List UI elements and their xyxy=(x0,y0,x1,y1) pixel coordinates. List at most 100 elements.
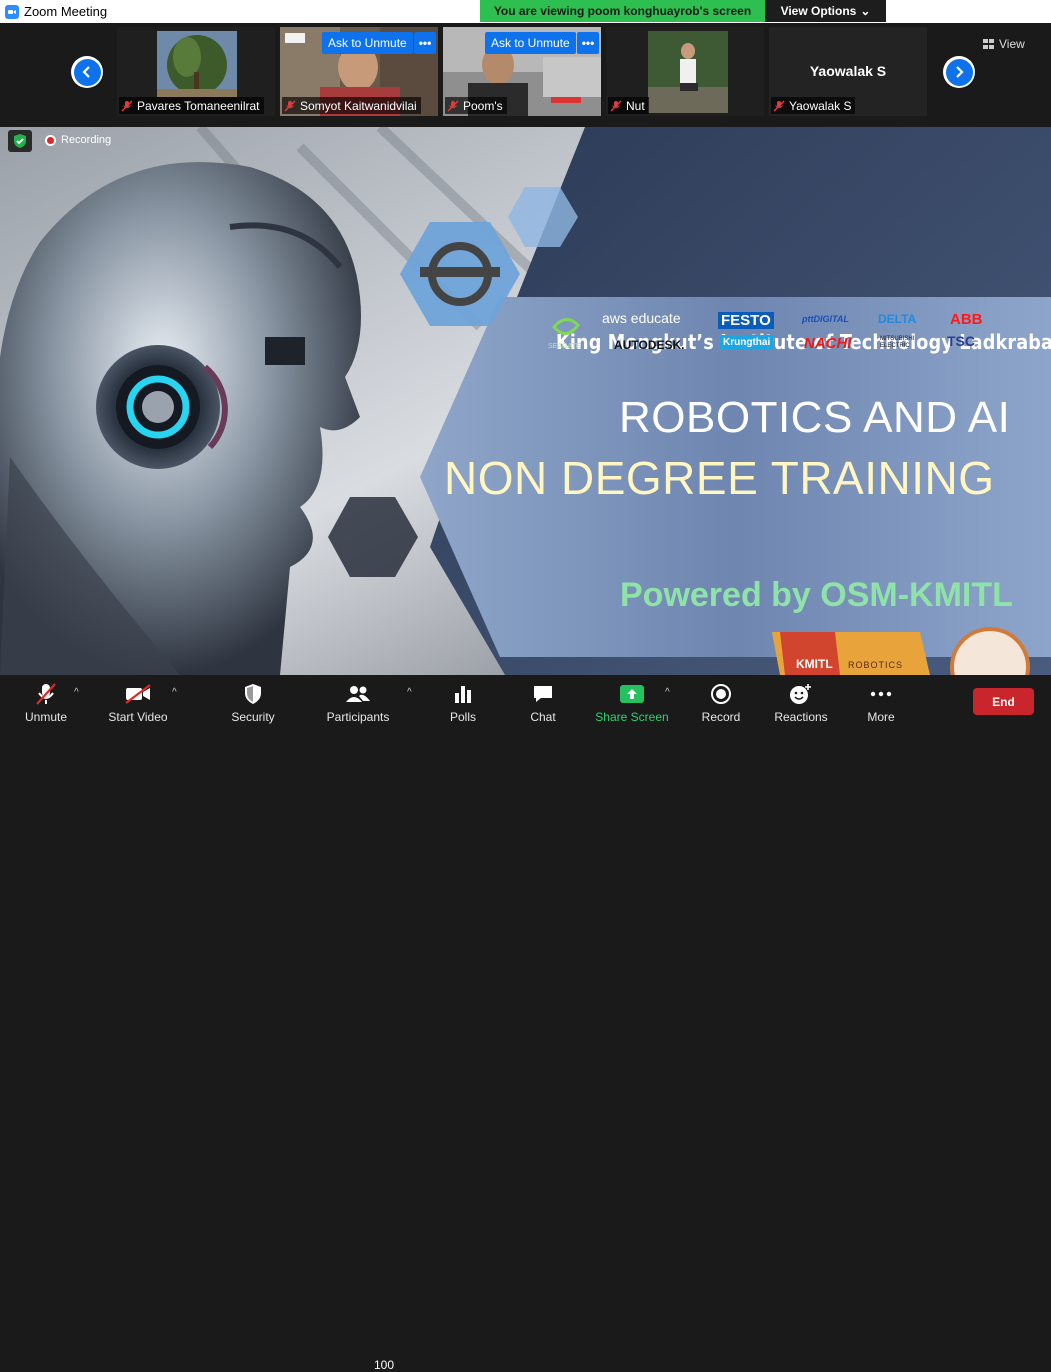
participant-name-bar: Pavares Tomaneenilrat xyxy=(119,97,264,114)
more-button[interactable]: More xyxy=(862,675,900,730)
record-label: Record xyxy=(701,709,741,724)
muted-mic-icon xyxy=(773,100,785,111)
shared-screen: King Mongkut’s Institute of Technology L… xyxy=(0,127,1051,675)
participant-name: Pavares Tomaneenilrat xyxy=(137,98,260,113)
participant-name-bar: Yaowalak S xyxy=(771,97,856,114)
security-button[interactable]: Security xyxy=(227,675,279,730)
autodesk-logo: AUTODESK. xyxy=(614,338,685,352)
participant-name: Somyot Kaitwanidvilai xyxy=(300,98,417,113)
tile-more-button[interactable]: ••• xyxy=(577,32,599,54)
more-dots-icon xyxy=(870,691,892,696)
recording-indicator[interactable]: Recording xyxy=(45,131,111,149)
participant-tile[interactable]: Pavares Tomaneenilrat xyxy=(117,27,275,116)
participant-tile[interactable]: Yaowalak S Yaowalak S xyxy=(769,27,927,116)
chevron-down-icon: ⌄ xyxy=(860,4,871,18)
abb-logo: ABB xyxy=(950,311,983,328)
reactions-button[interactable]: Reactions xyxy=(772,675,830,730)
window-title: Zoom Meeting xyxy=(24,4,108,19)
record-button[interactable]: Record xyxy=(700,675,742,730)
polls-button[interactable]: Polls xyxy=(444,675,482,730)
slide-title-line2: NON DEGREE TRAINING xyxy=(444,452,995,504)
participant-name: Nut xyxy=(626,98,645,113)
slide-title-line1: ROBOTICS AND AI xyxy=(619,393,1011,442)
recording-dot-icon xyxy=(45,134,56,146)
reactions-smiley-icon xyxy=(790,683,811,704)
view-options-label: View Options xyxy=(780,4,857,18)
participants-icon xyxy=(346,685,370,702)
tile-more-button[interactable]: ••• xyxy=(414,32,436,54)
participant-display-name: Yaowalak S xyxy=(809,63,887,79)
security-shield-badge[interactable] xyxy=(8,130,32,152)
unmute-button[interactable]: Unmute xyxy=(18,675,74,730)
krungthai-logo: Krungthai xyxy=(720,335,774,350)
grid-view-icon xyxy=(983,38,994,49)
muted-mic-icon xyxy=(447,100,459,111)
seagate-logo: SEAGATE xyxy=(548,313,584,350)
festo-logo: FESTO xyxy=(718,312,774,329)
more-label: More xyxy=(867,709,895,724)
muted-mic-icon xyxy=(610,100,622,111)
chat-label: Chat xyxy=(530,709,556,724)
participant-name-bar: Nut xyxy=(608,97,649,114)
meeting-toolbar: Unmute ^ Start Video ^ Security Particip… xyxy=(0,675,1051,1372)
video-options-chevron-icon[interactable]: ^ xyxy=(172,687,177,698)
view-label: View xyxy=(999,37,1025,51)
participant-name-bar: Somyot Kaitwanidvilai xyxy=(282,97,421,114)
shield-icon xyxy=(245,683,261,704)
participant-tile[interactable]: Nut xyxy=(606,27,764,116)
ask-to-unmute-button[interactable]: Ask to Unmute xyxy=(485,32,576,54)
participants-label: Participants xyxy=(326,709,390,724)
view-options-button[interactable]: View Options ⌄ xyxy=(765,0,886,22)
start-video-button[interactable]: Start Video xyxy=(104,675,172,730)
start-video-label: Start Video xyxy=(108,709,168,724)
view-layout-button[interactable]: View xyxy=(983,35,1025,53)
video-off-icon xyxy=(125,683,151,704)
reactions-label: Reactions xyxy=(774,709,828,724)
participants-options-chevron-icon[interactable]: ^ xyxy=(407,687,412,698)
participants-button[interactable]: Participants xyxy=(322,675,394,730)
muted-mic-icon xyxy=(121,100,133,111)
chevron-left-icon xyxy=(82,66,90,78)
kmitl-logo: KMITL xyxy=(796,657,833,671)
participant-name: Poom's xyxy=(463,98,503,113)
gallery-prev-button[interactable] xyxy=(71,56,103,88)
polls-label: Polls xyxy=(449,709,476,724)
share-screen-label: Share Screen xyxy=(595,709,669,724)
tsc-logo: TSC xyxy=(947,333,975,349)
recording-label: Recording xyxy=(61,134,112,146)
record-icon xyxy=(711,683,731,704)
muted-mic-icon xyxy=(36,682,56,705)
nachi-logo: NACHI xyxy=(804,335,852,352)
zoom-app-icon xyxy=(5,4,19,19)
chat-bubble-icon xyxy=(534,685,552,702)
audio-options-chevron-icon[interactable]: ^ xyxy=(74,687,79,698)
participant-name-bar: Poom's xyxy=(445,97,507,114)
delta-logo: DELTA xyxy=(878,312,917,326)
powered-by-text: Powered by OSM-KMITL xyxy=(620,576,1013,614)
shield-check-icon xyxy=(14,134,26,148)
participants-count: 100 xyxy=(374,1358,395,1372)
seagate-swirl-icon xyxy=(552,318,580,335)
gallery-next-button[interactable] xyxy=(943,56,975,88)
mitsubishi-logo: MITSUBISHI ELECTRIC xyxy=(880,336,915,349)
participant-gallery: Pavares Tomaneenilrat Ask to Unmute ••• … xyxy=(0,23,1051,120)
viewing-screen-banner: You are viewing poom konghuayrob's scree… xyxy=(480,0,765,22)
share-screen-button[interactable]: Share Screen xyxy=(594,675,670,730)
ask-to-unmute-button[interactable]: Ask to Unmute xyxy=(322,32,413,54)
aws-educate-logo: aws educate xyxy=(602,310,681,326)
participant-tile[interactable]: Ask to Unmute ••• Somyot Kaitwanidvilai xyxy=(280,27,438,116)
muted-mic-icon xyxy=(284,100,296,111)
seagate-label: SEAGATE xyxy=(548,343,581,350)
chat-button[interactable]: Chat xyxy=(524,675,562,730)
participant-tile[interactable]: Ask to Unmute ••• Poom's xyxy=(443,27,601,116)
security-label: Security xyxy=(231,709,275,724)
polls-bar-chart-icon xyxy=(455,685,471,703)
share-screen-icon xyxy=(620,684,644,703)
unmute-label: Unmute xyxy=(24,709,68,724)
chevron-right-icon xyxy=(956,66,964,78)
participant-name: Yaowalak S xyxy=(789,98,852,113)
robotics-logo: ROBOTICS xyxy=(848,660,904,670)
end-meeting-button[interactable]: End xyxy=(973,688,1034,715)
ptt-digital-logo: pttDIGITAL xyxy=(802,314,849,324)
share-options-chevron-icon[interactable]: ^ xyxy=(665,687,670,698)
